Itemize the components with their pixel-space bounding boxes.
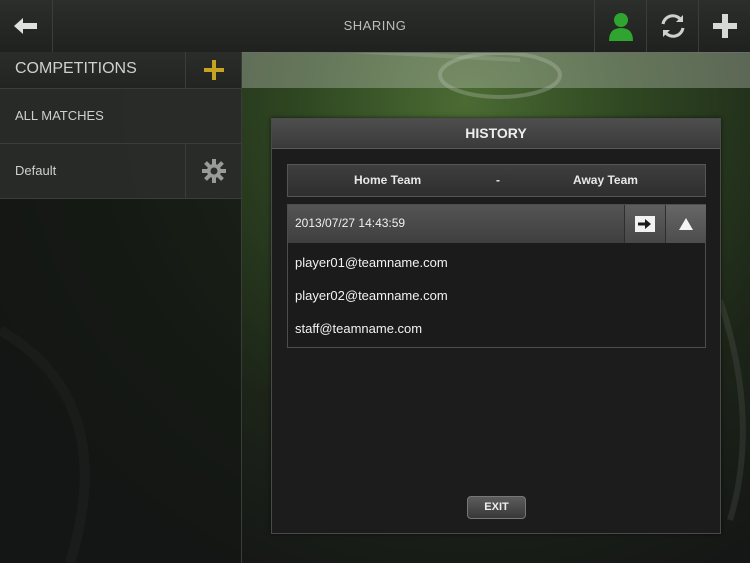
arrow-right-icon <box>635 216 655 232</box>
add-button[interactable] <box>698 0 750 52</box>
gear-icon <box>202 159 226 183</box>
add-competition-button[interactable] <box>185 52 242 88</box>
home-team-label: Home Team <box>354 173 422 187</box>
open-share-button[interactable] <box>624 205 665 243</box>
recipient-email: player01@teamname.com <box>295 255 448 270</box>
away-team-label: Away Team <box>573 173 638 187</box>
user-icon <box>609 13 633 41</box>
match-separator: - <box>496 173 500 187</box>
exit-button[interactable]: EXIT <box>467 496 526 519</box>
match-bar: Home Team - Away Team <box>287 164 706 197</box>
plus-icon <box>713 14 737 38</box>
recipient-email: player02@teamname.com <box>295 288 448 303</box>
recipient-email: staff@teamname.com <box>295 321 423 336</box>
user-button[interactable] <box>594 0 647 52</box>
back-button[interactable] <box>0 0 53 52</box>
triangle-up-icon <box>679 218 693 230</box>
competition-settings-button[interactable] <box>185 144 242 198</box>
competitions-header: COMPETITIONS <box>0 52 241 89</box>
sidebar-item-all-matches[interactable]: ALL MATCHES <box>0 89 241 144</box>
back-arrow-icon <box>14 18 37 34</box>
sidebar: COMPETITIONS ALL MATCHES Default <box>0 52 242 563</box>
header-strip <box>242 52 750 88</box>
top-bar: SHARING <box>0 0 750 53</box>
collapse-button[interactable] <box>665 205 706 243</box>
dialog-title: HISTORY <box>272 119 720 149</box>
sidebar-item-default[interactable]: Default <box>0 144 241 199</box>
history-dialog: HISTORY Home Team - Away Team 2013/07/27… <box>271 118 721 534</box>
sync-icon <box>661 14 685 38</box>
sidebar-item-label: ALL MATCHES <box>15 108 104 123</box>
sidebar-item-label: Default <box>15 163 57 178</box>
share-datetime: 2013/07/27 14:43:59 <box>295 216 406 230</box>
sync-button[interactable] <box>646 0 699 52</box>
share-entry: 2013/07/27 14:43:59 player01@teamname.co… <box>287 204 706 348</box>
competitions-label: COMPETITIONS <box>15 60 137 77</box>
share-entry-header[interactable]: 2013/07/27 14:43:59 <box>288 205 706 243</box>
plus-icon <box>204 60 224 80</box>
